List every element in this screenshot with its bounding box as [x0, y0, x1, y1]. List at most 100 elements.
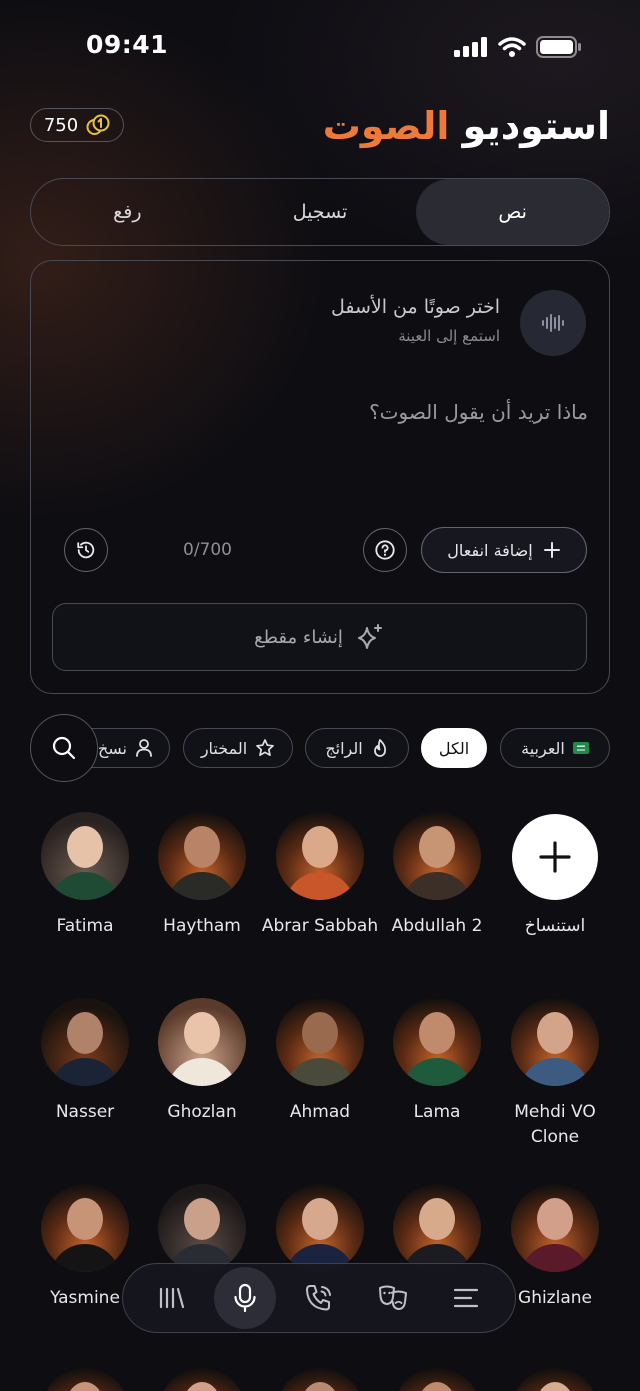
menu-icon: [454, 1288, 479, 1308]
app-title-main: استوديو: [462, 104, 610, 148]
bottom-navigation: [122, 1263, 516, 1333]
history-button[interactable]: [64, 528, 108, 572]
voice-card[interactable]: [158, 1368, 246, 1391]
flame-icon: [373, 739, 386, 757]
avatar: [158, 1184, 246, 1272]
voice-name: Nasser: [55, 1102, 115, 1122]
tab-text[interactable]: نص: [416, 179, 610, 245]
voice-name: Lama: [413, 1102, 461, 1122]
credits-count: 750: [43, 114, 79, 136]
avatar: [511, 1368, 599, 1391]
help-button[interactable]: [363, 528, 407, 572]
saudi-flag-icon: [572, 742, 589, 754]
add-emotion-button[interactable]: إضافة انفعال: [421, 527, 587, 573]
filter-arabic-label: العربية: [521, 738, 565, 758]
voice-card[interactable]: [276, 1368, 364, 1391]
user-icon: [136, 739, 152, 757]
filter-trending-label: الرائج: [325, 738, 363, 758]
theater-masks-icon: [378, 1285, 407, 1310]
mode-tabs: رفع تسجيل نص: [30, 178, 610, 246]
voice-card[interactable]: Ahmad: [261, 998, 379, 1125]
voice-card[interactable]: [41, 1368, 129, 1391]
avatar: [41, 812, 129, 900]
search-icon: [52, 736, 76, 760]
wifi-icon: [498, 37, 526, 57]
avatar: [393, 998, 481, 1086]
voice-card[interactable]: Nasser: [26, 998, 144, 1125]
clone-voice-button[interactable]: [512, 814, 598, 900]
avatar: [41, 1184, 129, 1272]
voice-card[interactable]: Fatima: [26, 812, 144, 939]
avatar: [276, 998, 364, 1086]
voice-card[interactable]: Ghozlan: [143, 998, 261, 1125]
voice-card[interactable]: [511, 1368, 599, 1391]
star-icon: [256, 739, 275, 757]
coins-icon: [86, 114, 110, 135]
nav-calls[interactable]: [288, 1267, 350, 1329]
nav-characters[interactable]: [362, 1267, 424, 1329]
character-counter: 0/700: [183, 540, 232, 560]
voice-name: Mehdi VO Clone: [514, 1102, 596, 1147]
voice-card[interactable]: Haytham: [143, 812, 261, 939]
voice-name: Abdullah 2: [391, 916, 483, 936]
voice-name: Abrar Sabbah: [261, 916, 379, 936]
credits-badge[interactable]: 750: [30, 108, 124, 142]
voice-card[interactable]: Abrar Sabbah: [261, 812, 379, 939]
add-emotion-label: إضافة انفعال: [447, 540, 533, 560]
avatar: [158, 998, 246, 1086]
avatar: [393, 812, 481, 900]
clone-voice-label: استنساخ: [524, 916, 586, 936]
create-clip-button[interactable]: إنشاء مقطع: [52, 603, 587, 671]
filter-featured-label: المختار: [200, 738, 248, 758]
microphone-icon: [234, 1283, 256, 1313]
avatar: [511, 998, 599, 1086]
nav-library[interactable]: [141, 1267, 203, 1329]
avatar: [276, 1368, 364, 1391]
voice-name: Ahmad: [289, 1102, 351, 1122]
avatar: [276, 812, 364, 900]
avatar: [158, 1368, 246, 1391]
voice-name: Ghozlan: [167, 1102, 237, 1122]
history-icon: [77, 541, 95, 559]
avatar: [41, 1368, 129, 1391]
voice-card[interactable]: Lama: [378, 998, 496, 1125]
filter-chip-trending[interactable]: الرائج: [305, 728, 409, 768]
library-icon: [159, 1287, 184, 1309]
status-time: 09:41: [86, 30, 169, 59]
avatar: [41, 998, 129, 1086]
voice-picker-button[interactable]: [520, 290, 586, 356]
search-button[interactable]: [30, 714, 98, 782]
filter-clones-label: نسخ: [97, 738, 127, 758]
create-clip-label: إنشاء مقطع: [254, 626, 343, 648]
plus-icon: [539, 841, 571, 873]
voice-card[interactable]: Abdullah 2: [378, 812, 496, 939]
script-text-input[interactable]: ماذا تريد أن يقول الصوت؟: [369, 400, 588, 424]
avatar: [276, 1184, 364, 1272]
plus-icon: [543, 542, 560, 558]
question-icon: [375, 540, 395, 560]
avatar: [393, 1368, 481, 1391]
filter-chip-featured[interactable]: المختار: [183, 728, 293, 768]
voice-card[interactable]: [393, 1368, 481, 1391]
voice-name: Haytham: [163, 916, 241, 936]
filter-chip-all[interactable]: الكل: [421, 728, 487, 768]
clone-voice-tile[interactable]: استنساخ: [496, 814, 614, 939]
tab-record[interactable]: تسجيل: [224, 179, 417, 245]
signal-icon: [454, 37, 487, 57]
phone-icon: [305, 1285, 331, 1311]
nav-menu[interactable]: [435, 1267, 497, 1329]
waveform-icon: [542, 314, 564, 332]
filter-chip-arabic[interactable]: العربية: [500, 728, 610, 768]
avatar: [511, 1184, 599, 1272]
selected-voice-title: اختر صوتًا من الأسفل: [330, 296, 500, 318]
avatar: [158, 812, 246, 900]
nav-studio[interactable]: [214, 1267, 277, 1329]
selected-voice-subtitle: استمع إلى العينة: [398, 327, 500, 345]
sparkles-icon: [357, 624, 382, 649]
tab-upload[interactable]: رفع: [31, 179, 224, 245]
status-icons: [454, 36, 582, 58]
avatar: [393, 1184, 481, 1272]
voice-name: Fatima: [56, 916, 114, 936]
voice-card[interactable]: Mehdi VO Clone: [496, 998, 614, 1150]
battery-icon: [536, 36, 581, 58]
